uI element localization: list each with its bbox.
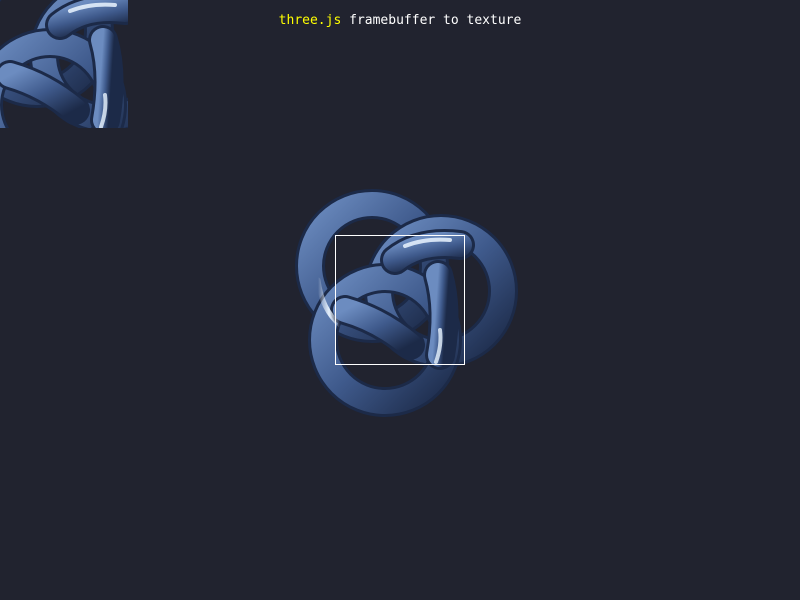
threejs-link[interactable]: three.js: [279, 13, 342, 28]
info-header: three.js framebuffer to texture: [0, 12, 800, 30]
info-caption: framebuffer to texture: [341, 13, 522, 28]
torus-knot: [295, 189, 518, 417]
